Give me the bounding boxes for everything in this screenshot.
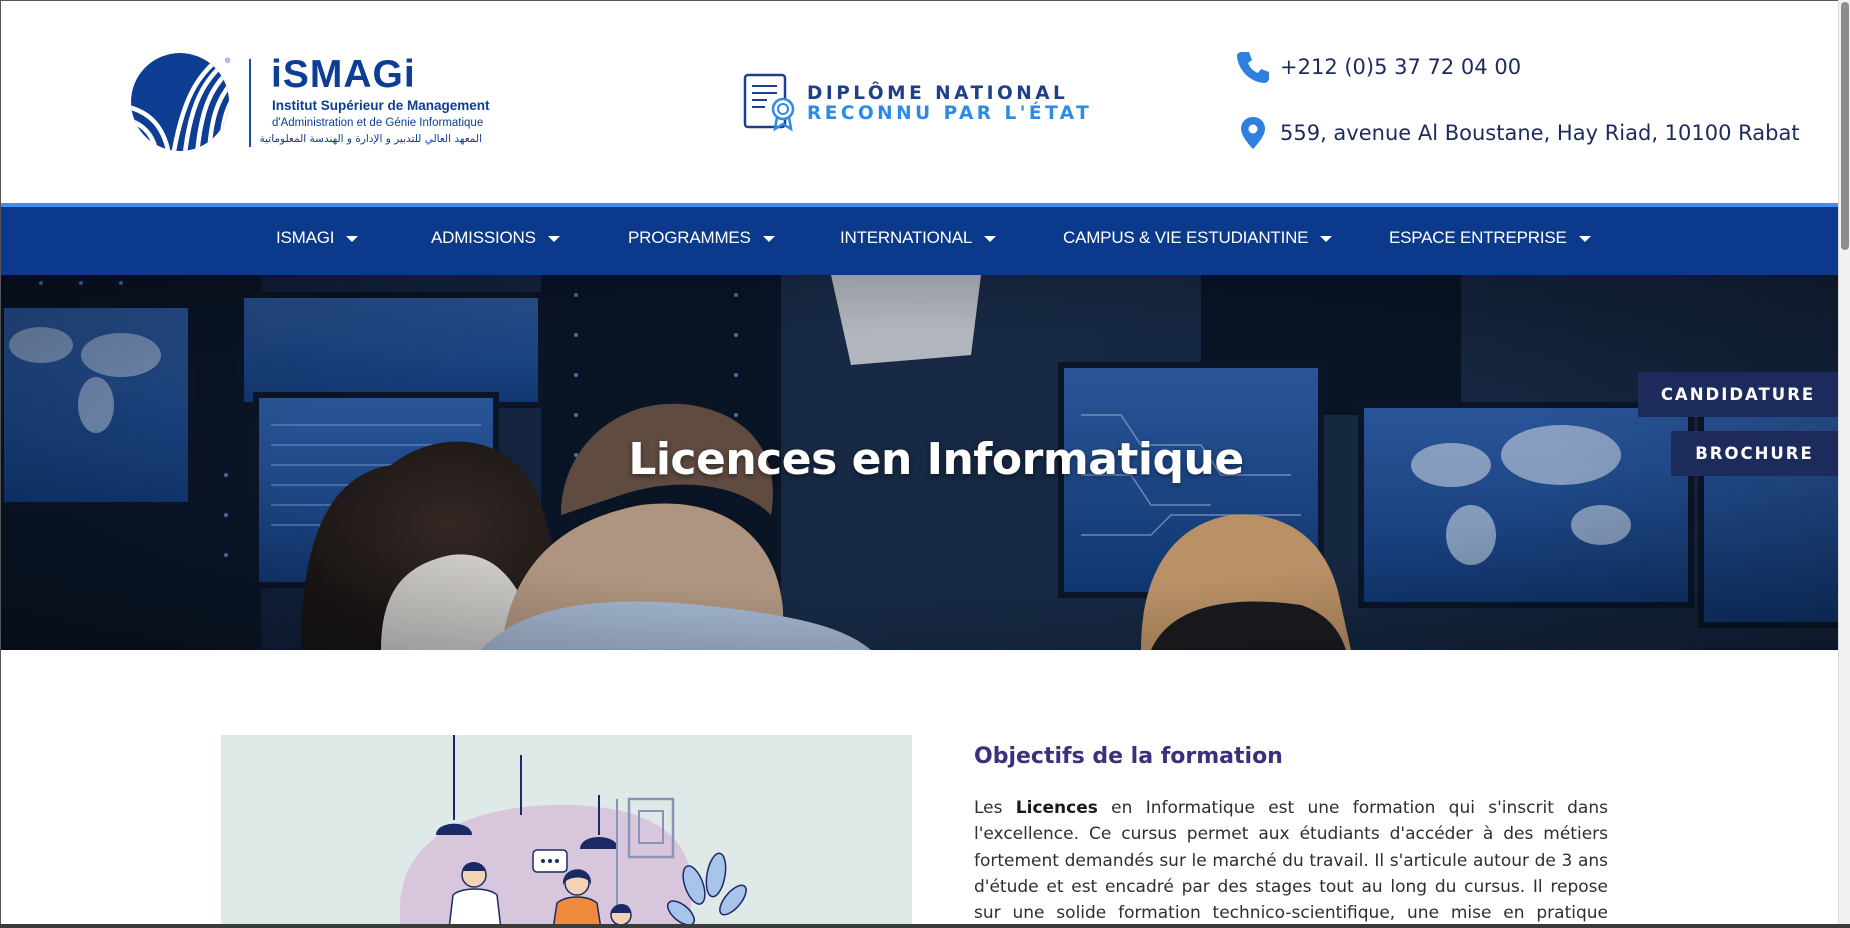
nav-item-campus[interactable]: CAMPUS & VIE ESTUDIANTINE [1063, 228, 1333, 248]
main-navigation: ISMAGI ADMISSIONS PROGRAMMES INTERNATION… [1, 203, 1838, 275]
phone-icon [1237, 52, 1269, 83]
illustration-image [399, 735, 747, 928]
nav-label: INTERNATIONAL [840, 228, 973, 247]
ismagi-logo[interactable]: ® iSMAGi Institut Supérieur de Managemen… [129, 51, 490, 155]
nav-item-programmes[interactable]: PROGRAMMES [628, 228, 775, 248]
logo-subtitle-fr: Institut Supérieur de Management [272, 98, 490, 113]
nav-label: CAMPUS & VIE ESTUDIANTINE [1063, 228, 1309, 247]
section-paragraph: Les Licences en Informatique est une for… [974, 795, 1608, 928]
nav-label: PROGRAMMES [628, 228, 751, 247]
nav-item-international[interactable]: INTERNATIONAL [840, 228, 997, 248]
logo-globe-icon: ® [131, 53, 231, 151]
phone-number: +212 (0)5 37 72 04 00 [1280, 55, 1522, 79]
diploma-line-2: RECONNU PAR L'ÉTAT [807, 103, 1093, 124]
caret-down-icon [1320, 236, 1333, 242]
brochure-button[interactable]: BROCHURE [1671, 431, 1838, 476]
logo-subtitle-ar: المعهد العالي للتدبير و الإدارة و الهندس… [259, 133, 482, 145]
nav-item-ismagi[interactable]: ISMAGI [276, 228, 359, 248]
scrollbar-thumb[interactable] [1841, 2, 1849, 250]
vertical-scrollbar[interactable] [1838, 0, 1850, 928]
nav-label: ADMISSIONS [431, 228, 536, 247]
browser-viewport: ® iSMAGi Institut Supérieur de Managemen… [0, 0, 1838, 928]
hero-banner: Licences en Informatique [1, 275, 1838, 650]
caret-down-icon [547, 236, 560, 242]
caret-down-icon [346, 236, 359, 242]
certificate-icon [743, 73, 795, 132]
nav-label: ESPACE ENTREPRISE [1389, 228, 1567, 247]
address-text: 559, avenue Al Boustane, Hay Riad, 10100… [1280, 121, 1800, 145]
map-pin-icon [1241, 117, 1265, 149]
window-frame-bottom [0, 924, 1850, 928]
paragraph-text-1: Les [974, 798, 1016, 818]
site-header: ® iSMAGi Institut Supérieur de Managemen… [1, 1, 1838, 203]
section-title: Objectifs de la formation [974, 744, 1283, 769]
nav-item-admissions[interactable]: ADMISSIONS [431, 228, 560, 248]
logo-divider [249, 59, 251, 147]
diploma-line-1: DIPLÔME NATIONAL [807, 83, 1069, 104]
svg-text:®: ® [225, 57, 231, 65]
formation-illustration [221, 735, 912, 928]
candidature-button[interactable]: CANDIDATURE [1638, 372, 1838, 417]
diploma-badge: DIPLÔME NATIONAL RECONNU PAR L'ÉTAT [741, 69, 1121, 135]
nav-label: ISMAGI [276, 228, 335, 247]
caret-down-icon [762, 236, 775, 242]
paragraph-bold-text: Licences [1015, 798, 1098, 818]
logo-subtitle-fr-2: d'Administration et de Génie Informatiqu… [272, 117, 484, 129]
page-title: Licences en Informatique [628, 434, 1244, 485]
nav-item-espace-entreprise[interactable]: ESPACE ENTREPRISE [1389, 228, 1591, 248]
caret-down-icon [1578, 236, 1591, 242]
caret-down-icon [984, 236, 997, 242]
logo-brand: iSMAGi [271, 53, 416, 96]
